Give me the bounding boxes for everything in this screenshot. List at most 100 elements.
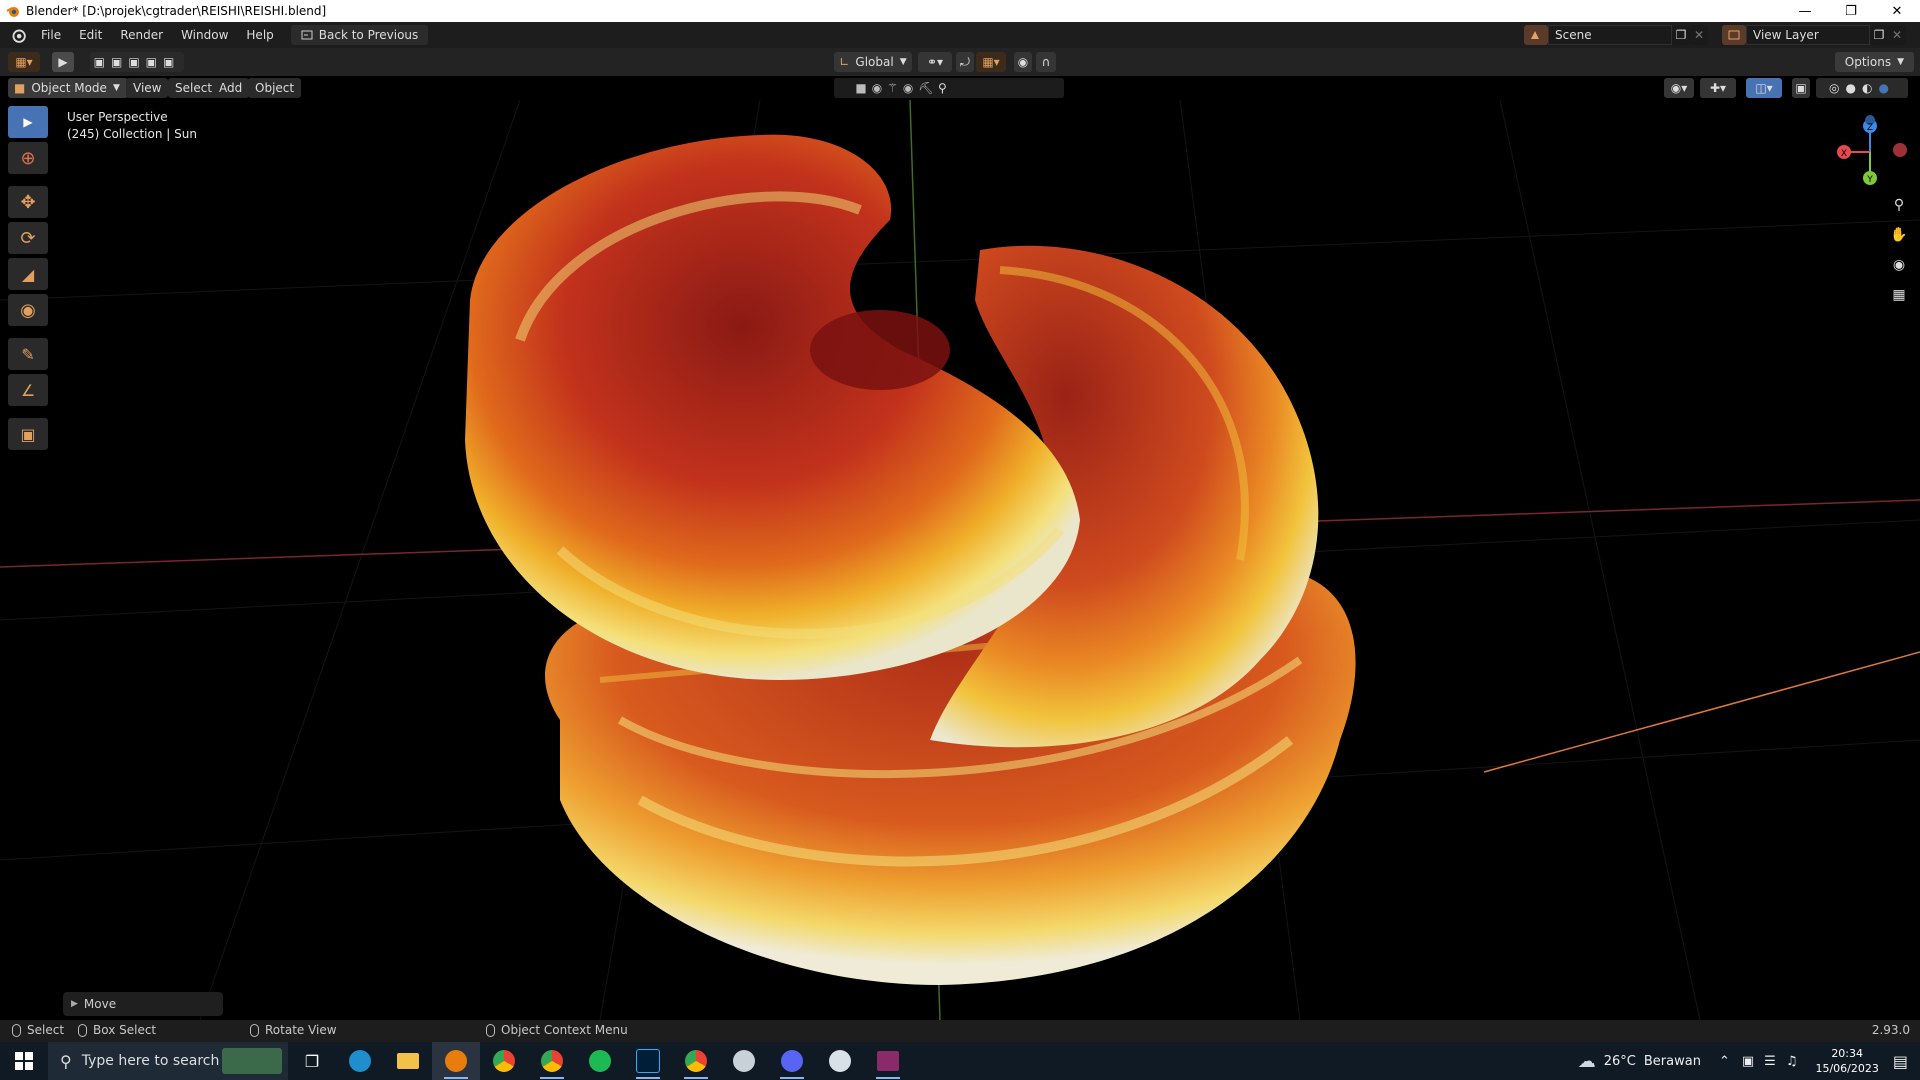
last-operator-panel[interactable]: ▶ Move [63, 992, 223, 1016]
pivot-point-dropdown[interactable]: ⚭▾ [918, 52, 952, 72]
remove-scene-icon[interactable]: ✕ [1690, 25, 1708, 45]
search-icon: ⚲ [938, 81, 947, 95]
wifi-icon[interactable]: ☰ [1764, 1054, 1776, 1069]
axis-gizmo[interactable]: Z X Y [1820, 112, 1920, 192]
minimize-icon[interactable]: — [1782, 0, 1828, 22]
camera-view-icon[interactable]: ◉ [1888, 254, 1910, 276]
3d-viewport[interactable] [0, 100, 1920, 1020]
active-tool-icon[interactable]: ▶ [52, 52, 74, 72]
weather-condition[interactable]: Berawan [1644, 1054, 1701, 1069]
perspective-grid-icon[interactable]: ▦ [1888, 284, 1910, 306]
proportional-edit-icon[interactable]: ◉ [1014, 52, 1032, 72]
pen-app-icon[interactable] [720, 1042, 768, 1080]
menu-edit[interactable]: Edit [70, 22, 111, 48]
overlays-toggle[interactable]: ◫▾ [1746, 78, 1782, 98]
object-mode-icon: ■ [14, 81, 26, 95]
scale-tool[interactable]: ◢ [8, 258, 48, 290]
windows-start-button[interactable] [0, 1042, 48, 1080]
xray-toggle-icon[interactable]: ▣ [1792, 78, 1810, 98]
last-operator-label: Move [83, 997, 117, 1011]
chevron-up-icon[interactable]: ⌃ [1719, 1054, 1730, 1069]
chevron-down-icon: ▼ [112, 83, 120, 93]
edge-app-icon[interactable] [336, 1042, 384, 1080]
viewport-scene [0, 100, 1920, 1020]
object-mode-dropdown[interactable]: ■ Object Mode ▼ [8, 78, 128, 98]
chrome-app-icon[interactable] [480, 1042, 528, 1080]
blender-app-icon[interactable] [432, 1042, 480, 1080]
restore-icon[interactable]: ❐ [1828, 0, 1874, 22]
navigation-gizmo[interactable]: Z X Y ⚲ ✋ ◉ ▦ [1820, 112, 1920, 312]
menu-window[interactable]: Window [172, 22, 237, 48]
measure-tool[interactable]: ∠ [8, 374, 48, 406]
chevron-down-icon: ▼ [899, 57, 907, 67]
annotate-tool[interactable]: ✎ [8, 338, 48, 370]
status-context-menu-label: Object Context Menu [501, 1023, 628, 1037]
spotify-app-icon[interactable] [576, 1042, 624, 1080]
selection-mode-buttons[interactable]: ▣▣▣▣▣ [90, 52, 184, 72]
clock-date: 15/06/2023 [1815, 1062, 1879, 1075]
gizmos-toggle[interactable]: ✚▾ [1700, 78, 1736, 98]
task-view-icon[interactable]: ❐ [288, 1042, 336, 1080]
pan-hand-icon[interactable]: ✋ [1888, 224, 1910, 246]
screen-back-icon [301, 30, 313, 40]
rotate-tool[interactable]: ⟳ [8, 222, 48, 254]
clock-time: 20:34 [1831, 1047, 1864, 1060]
volume-icon[interactable]: ♫ [1786, 1054, 1798, 1069]
shading-mode-buttons[interactable]: ◎●◐● [1816, 78, 1908, 98]
mouse-left-icon [12, 1023, 21, 1037]
snap-target-dropdown[interactable]: ▦▾ [976, 52, 1006, 72]
view-layer-selector[interactable]: View Layer ❐ ✕ [1722, 25, 1906, 45]
weather-temperature[interactable]: 26°C [1604, 1054, 1636, 1069]
inkscape-app-icon[interactable] [816, 1042, 864, 1080]
scene-name-field[interactable]: Scene [1548, 25, 1672, 45]
collection-label: (245) Collection | Sun [67, 127, 197, 141]
object-type-icons: ■◉⚚◉⛏ [855, 81, 939, 95]
notification-icon[interactable]: ▤ [1893, 1052, 1908, 1071]
axis-y-label: Y [1866, 175, 1873, 185]
scale-icon: ◢ [21, 264, 35, 284]
cursor-tool[interactable]: ⊕ [8, 142, 48, 174]
menu-help[interactable]: Help [237, 22, 282, 48]
chrome-profile-app-icon[interactable] [528, 1042, 576, 1080]
chrome-second-app-icon[interactable] [672, 1042, 720, 1080]
new-view-layer-icon[interactable]: ❐ [1870, 25, 1888, 45]
menu-file[interactable]: File [32, 22, 70, 48]
winrar-app-icon[interactable] [864, 1042, 912, 1080]
back-to-previous-button[interactable]: Back to Previous [290, 25, 429, 45]
visibility-dropdown[interactable]: ◉▾ [1664, 78, 1694, 98]
view-menu[interactable]: View [126, 78, 169, 98]
remove-view-layer-icon[interactable]: ✕ [1888, 25, 1906, 45]
status-rotate-view: Rotate View [250, 1023, 337, 1037]
viewport-search-field[interactable]: ⚲ [934, 78, 1064, 98]
transform-tool[interactable]: ◉ [8, 294, 48, 326]
add-cube-tool[interactable]: ▣ [8, 418, 48, 450]
new-scene-icon[interactable]: ❐ [1672, 25, 1690, 45]
transform-orientation-dropdown[interactable]: ∟ Global ▼ [834, 52, 912, 72]
photoshop-app-icon[interactable] [624, 1042, 672, 1080]
view-layer-icon[interactable] [1722, 25, 1746, 45]
status-context-menu: Object Context Menu [486, 1023, 628, 1037]
view-layer-name-field[interactable]: View Layer [1746, 25, 1870, 45]
move-tool[interactable]: ✥ [8, 186, 48, 218]
editor-type-icon[interactable]: ▦▾ [8, 52, 40, 72]
options-dropdown[interactable]: Options ▼ [1834, 52, 1914, 72]
snap-toggle-icon[interactable]: ⤾ [956, 52, 974, 72]
scene-icon[interactable] [1524, 25, 1548, 45]
scene-selector[interactable]: Scene ❐ ✕ [1524, 25, 1708, 45]
selection-modes-icon: ▣▣▣▣▣ [93, 55, 181, 69]
taskbar-clock[interactable]: 20:34 15/06/2023 [1815, 1046, 1878, 1076]
taskbar-search-box[interactable]: ⚲ Type here to search [48, 1042, 288, 1080]
object-menu[interactable]: Object [248, 78, 302, 98]
add-menu[interactable]: Add [212, 78, 250, 98]
discord-app-icon[interactable] [768, 1042, 816, 1080]
menu-render[interactable]: Render [111, 22, 172, 48]
meet-now-icon[interactable]: ▣ [1742, 1054, 1754, 1069]
file-explorer-app-icon[interactable] [384, 1042, 432, 1080]
blender-menu-icon[interactable] [10, 27, 26, 43]
close-icon[interactable]: ✕ [1874, 0, 1920, 22]
falloff-icon[interactable]: ∩ [1036, 52, 1056, 72]
weather-cloud-icon[interactable]: ☁ [1578, 1051, 1596, 1072]
select-box-tool[interactable]: ▶ [8, 106, 48, 138]
mouse-right-icon [486, 1023, 495, 1037]
zoom-icon[interactable]: ⚲ [1888, 194, 1910, 216]
